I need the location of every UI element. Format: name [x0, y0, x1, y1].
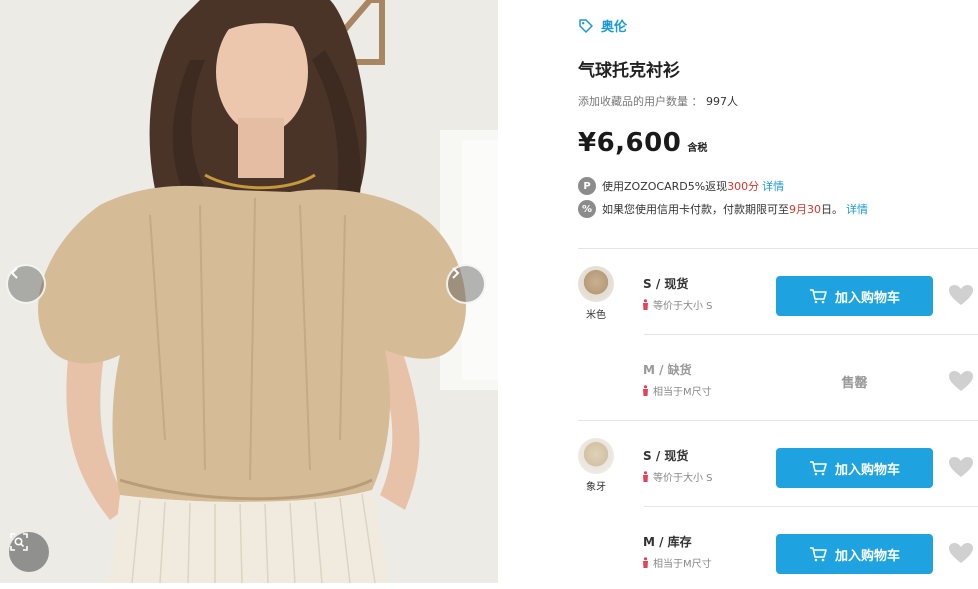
heart-icon[interactable]: [948, 370, 974, 392]
heart-icon[interactable]: [948, 456, 974, 478]
product-info: 奥伦 气球托克衬衫 添加收藏品的用户数量 ： 997人 ¥6,600 含税 P …: [578, 0, 978, 589]
add-to-cart-button[interactable]: 加入购物车: [776, 534, 933, 574]
favorite-count-label: 添加收藏品的用户数量 ：: [578, 95, 703, 108]
divider: [644, 506, 978, 507]
add-to-cart-label: 加入购物车: [834, 548, 900, 564]
size-equivalent: 等价于大小 S: [642, 469, 713, 484]
heart-icon[interactable]: [948, 542, 974, 564]
size-stock: M / 库存: [643, 535, 692, 549]
price: ¥6,600 含税: [578, 128, 707, 158]
promo-highlight: 300分: [727, 180, 760, 193]
variant-row: M / 缺货 相当于M尺寸 售罄: [578, 342, 978, 428]
brand-name[interactable]: 奥伦: [601, 16, 627, 35]
add-to-cart-button[interactable]: 加入购物车: [776, 448, 933, 488]
cart-icon: [809, 289, 827, 304]
promo-details-link[interactable]: 详情: [846, 203, 868, 216]
previous-image-button[interactable]: [6, 264, 46, 304]
size-equivalent-text: 相当于M尺寸: [653, 559, 712, 570]
chevron-right-icon: [452, 267, 460, 279]
size-equivalent: 等价于大小 S: [642, 297, 713, 312]
divider: [578, 248, 978, 249]
add-to-cart-button[interactable]: 加入购物车: [776, 276, 933, 316]
color-label: 象牙: [586, 482, 606, 493]
color-label: 米色: [586, 310, 606, 321]
variant-row: 米色 S / 现货 等价于大小 S 加入购物车: [578, 256, 978, 342]
color-swatch-beige[interactable]: [578, 266, 614, 302]
credit-card-promo: % 如果您使用信用卡付款，付款期限可至9月30日。 详情: [578, 200, 868, 218]
tag-icon: [579, 18, 593, 33]
person-icon: [643, 557, 648, 568]
cart-icon: [809, 461, 827, 476]
size-equivalent: 相当于M尺寸: [642, 383, 712, 398]
divider: [644, 334, 978, 335]
size-stock: M / 缺货: [643, 363, 692, 377]
size-equivalent-text: 相当于M尺寸: [653, 387, 712, 398]
size-equivalent-text: 等价于大小 S: [653, 301, 713, 312]
promo-text: 如果您使用信用卡付款，付款期限可至: [602, 203, 789, 216]
person-icon: [643, 385, 648, 396]
favorite-count-value: 997人: [706, 95, 738, 108]
price-tax-label: 含税: [687, 143, 708, 154]
favorite-count: 添加收藏品的用户数量 ： 997人: [578, 93, 738, 109]
size-equivalent-text: 等价于大小 S: [653, 473, 713, 484]
next-image-button[interactable]: [446, 264, 486, 304]
product-title: 气球托克衬衫: [578, 61, 680, 81]
cart-icon: [809, 547, 827, 562]
promo-text-end: 日。: [821, 203, 843, 216]
size-stock: S / 现货: [643, 449, 689, 463]
promo-text: 使用ZOZOCARD5%返现: [602, 180, 728, 193]
color-swatch-ivory[interactable]: [578, 438, 614, 474]
points-icon: P: [578, 177, 596, 195]
variant-row: M / 库存 相当于M尺寸 加入购物车: [578, 514, 978, 589]
size-stock: S / 现货: [643, 277, 689, 291]
add-to-cart-label: 加入购物车: [834, 290, 900, 306]
promo-details-link[interactable]: 详情: [762, 180, 784, 193]
add-to-cart-label: 加入购物车: [834, 462, 900, 478]
chevron-left-icon: [10, 267, 18, 279]
brand-link[interactable]: 奥伦: [578, 16, 627, 35]
divider: [578, 420, 978, 421]
zozocard-promo: P 使用ZOZOCARD5%返现300分 详情: [578, 177, 784, 195]
heart-icon[interactable]: [948, 284, 974, 306]
percent-icon: %: [578, 200, 596, 218]
variant-row: 象牙 S / 现货 等价于大小 S 加入购物车: [578, 428, 978, 514]
price-value: ¥6,600: [578, 128, 682, 158]
magnify-icon: [10, 533, 28, 551]
product-image: [0, 0, 498, 583]
person-icon: [643, 471, 648, 482]
product-photo[interactable]: [0, 0, 498, 583]
sold-out-label: 售罄: [841, 376, 868, 391]
zoom-button[interactable]: [9, 532, 49, 572]
person-icon: [643, 299, 648, 310]
size-equivalent: 相当于M尺寸: [642, 555, 712, 570]
promo-highlight: 9月30: [789, 203, 821, 216]
